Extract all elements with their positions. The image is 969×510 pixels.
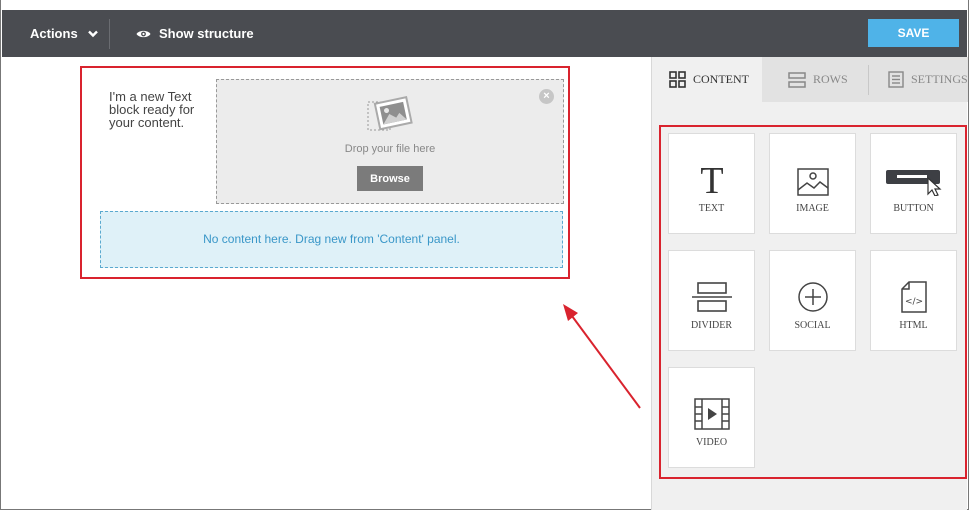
button-icon: [885, 170, 942, 196]
show-structure-toggle[interactable]: Show structure: [136, 26, 254, 41]
settings-icon: [888, 71, 904, 88]
social-icon: [797, 282, 828, 312]
show-structure-label: Show structure: [159, 26, 254, 41]
actions-menu[interactable]: Actions: [30, 26, 98, 41]
block-video-label: VIDEO: [695, 437, 728, 448]
rows-icon: [788, 71, 806, 88]
text-icon: T: [700, 162, 723, 196]
block-video[interactable]: VIDEO: [668, 367, 755, 468]
tab-rows-label: ROWS: [813, 72, 848, 86]
text-block[interactable]: I'm a new Text block ready for your cont…: [109, 90, 219, 129]
block-divider[interactable]: DIVIDER: [668, 250, 755, 351]
dropzone-text: Drop your file here: [344, 143, 436, 155]
tab-rows[interactable]: ROWS: [762, 57, 868, 102]
html-icon: </>: [900, 281, 927, 313]
block-social-label: SOCIAL: [794, 320, 831, 331]
tab-content-label: CONTENT: [693, 72, 749, 86]
close-icon[interactable]: ×: [539, 89, 554, 104]
tab-settings-label: SETTINGS: [911, 72, 968, 86]
block-button[interactable]: BUTTON: [870, 133, 957, 234]
image-placeholder-icon: [367, 95, 413, 131]
eye-icon: [136, 30, 151, 37]
chevron-down-icon: [87, 30, 98, 37]
save-button[interactable]: SAVE: [868, 19, 959, 47]
empty-row-dropzone[interactable]: No content here. Drag new from 'Content'…: [100, 211, 563, 268]
block-text-label: TEXT: [698, 203, 725, 214]
block-image[interactable]: IMAGE: [769, 133, 856, 234]
image-icon: [796, 168, 829, 196]
svg-text:</>: </>: [904, 297, 922, 307]
grid-icon: [669, 71, 686, 88]
svg-text:T: T: [700, 162, 723, 196]
image-dropzone[interactable]: × Drop your file here Browse: [216, 79, 564, 204]
block-image-label: IMAGE: [796, 203, 829, 214]
toolbar-divider: [109, 19, 110, 49]
video-icon: [693, 398, 730, 430]
actions-label: Actions: [30, 26, 78, 41]
panel-tabs: CONTENT ROWS SETTINGS: [652, 57, 968, 102]
block-html[interactable]: </> HTML: [870, 250, 957, 351]
content-panel: CONTENT ROWS SETTINGS T TEXT IMAGE BUTTO…: [651, 57, 968, 510]
divider-icon: [691, 282, 732, 312]
block-social[interactable]: SOCIAL: [769, 250, 856, 351]
block-text[interactable]: T TEXT: [668, 133, 755, 234]
top-toolbar: Actions Show structure SAVE: [2, 10, 967, 57]
content-blocks-highlight: T TEXT IMAGE BUTTON DIVIDER SOCIAL </> H…: [659, 125, 967, 479]
tab-settings[interactable]: SETTINGS: [868, 57, 968, 102]
content-row-highlight: I'm a new Text block ready for your cont…: [80, 66, 570, 279]
browse-button[interactable]: Browse: [357, 166, 423, 191]
tab-content[interactable]: CONTENT: [652, 57, 762, 102]
block-divider-label: DIVIDER: [690, 320, 733, 331]
block-html-label: HTML: [899, 320, 928, 331]
block-button-label: BUTTON: [893, 203, 934, 214]
